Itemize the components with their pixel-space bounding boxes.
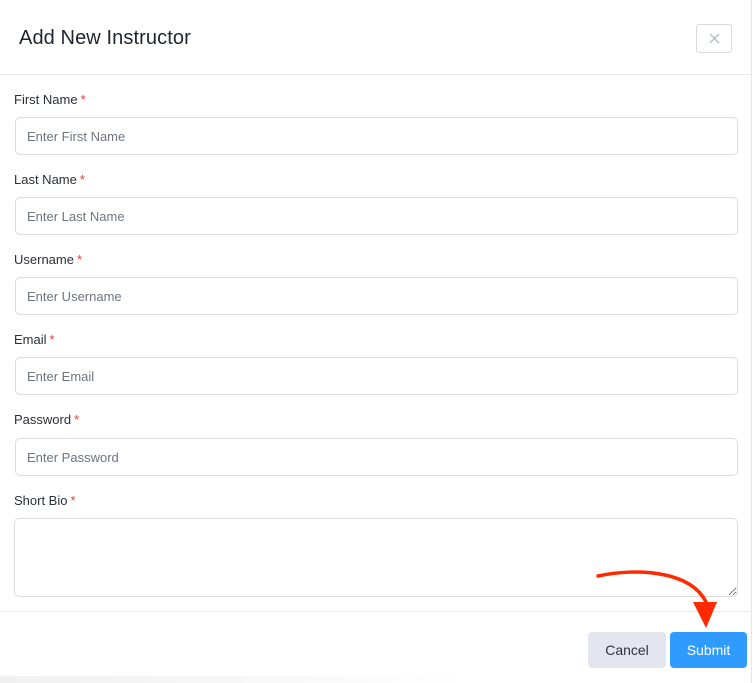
password-label: Password * <box>14 412 79 427</box>
modal-title: Add New Instructor <box>19 27 191 49</box>
first-name-input[interactable] <box>15 117 738 155</box>
add-instructor-modal: Add New Instructor First Name* Last Name… <box>0 0 752 683</box>
short-bio-label: Short Bio * <box>14 493 76 508</box>
cancel-button[interactable]: Cancel <box>588 632 666 668</box>
email-label-text: Email <box>14 332 47 347</box>
submit-button[interactable]: Submit <box>670 632 747 668</box>
close-icon <box>709 33 719 44</box>
password-input[interactable] <box>15 438 738 476</box>
short-bio-textarea[interactable] <box>14 518 738 597</box>
short-bio-label-text: Short Bio <box>14 493 68 508</box>
first-name-label: First Name * <box>14 92 86 107</box>
first-name-label-text: First Name <box>14 92 78 107</box>
last-name-input[interactable] <box>15 197 738 235</box>
required-mark: * <box>80 92 86 107</box>
last-name-label-text: Last Name <box>14 172 77 187</box>
bottom-shadow <box>0 676 470 683</box>
required-mark: * <box>49 332 55 347</box>
email-label: Email * <box>14 332 55 347</box>
required-mark: * <box>70 493 76 508</box>
username-label: Username * <box>14 252 82 267</box>
username-label-text: Username <box>14 252 74 267</box>
required-mark: * <box>74 412 80 427</box>
close-button[interactable] <box>696 24 732 53</box>
email-input[interactable] <box>15 357 738 395</box>
required-mark: * <box>79 172 85 187</box>
last-name-label: Last Name * <box>14 172 85 187</box>
username-input[interactable] <box>15 277 738 315</box>
required-mark: * <box>76 252 83 267</box>
modal-header: Add New Instructor <box>0 0 752 75</box>
password-label-text: Password <box>14 412 72 427</box>
